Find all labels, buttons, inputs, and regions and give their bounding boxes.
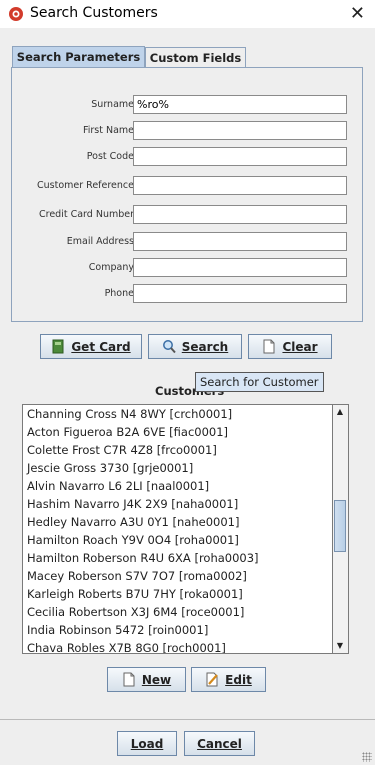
- credit-card-label: Credit Card Number: [39, 209, 134, 220]
- scroll-down-icon[interactable]: ▼: [335, 641, 345, 651]
- customer-reference-row: Customer Reference: [12, 176, 364, 196]
- credit-card-input[interactable]: [133, 205, 347, 224]
- list-item[interactable]: Chava Robles X7B 8G0 [roch0001]: [23, 639, 332, 653]
- search-label: Search: [181, 339, 229, 354]
- list-item[interactable]: Hashim Navarro J4K 2X9 [naha0001]: [23, 495, 332, 513]
- search-tooltip: Search for Customer: [195, 372, 324, 392]
- load-label: Load: [130, 736, 164, 751]
- clear-button[interactable]: Clear: [248, 334, 332, 359]
- list-item[interactable]: Alvin Navarro L6 2LI [naal0001]: [23, 477, 332, 495]
- tab-custom-fields[interactable]: Custom Fields: [145, 47, 246, 67]
- company-input[interactable]: [133, 258, 347, 277]
- post-code-label: Post Code: [86, 151, 134, 162]
- new-page-icon: [123, 672, 135, 687]
- list-item[interactable]: Jescie Gross 3730 [grje0001]: [23, 459, 332, 477]
- search-parameters-panel: Surname First Name Post Code Customer Re…: [11, 67, 363, 322]
- list-item[interactable]: Macey Roberson S7V 7O7 [roma0002]: [23, 567, 332, 585]
- app-icon: [9, 7, 23, 21]
- list-item[interactable]: India Robinson 5472 [roin0001]: [23, 621, 332, 639]
- email-label: Email Address: [66, 236, 134, 247]
- list-item[interactable]: Hedley Navarro A3U 0Y1 [nahe0001]: [23, 513, 332, 531]
- scroll-up-icon[interactable]: ▲: [335, 407, 345, 417]
- window-title: Search Customers: [30, 5, 158, 21]
- clear-label: Clear: [282, 339, 318, 354]
- first-name-row: First Name: [12, 121, 364, 141]
- footer-separator: [0, 719, 375, 720]
- post-code-row: Post Code: [12, 147, 364, 167]
- first-name-input[interactable]: [133, 121, 347, 140]
- list-item[interactable]: Cecilia Robertson X3J 6M4 [roce0001]: [23, 603, 332, 621]
- edit-pencil-icon: [206, 672, 218, 687]
- phone-label: Phone: [104, 288, 134, 299]
- new-button[interactable]: New: [107, 667, 186, 692]
- credit-card-row: Credit Card Number: [12, 205, 364, 225]
- list-item[interactable]: Colette Frost C7R 4Z8 [frco0001]: [23, 441, 332, 459]
- close-icon[interactable]: ✕: [350, 3, 365, 24]
- customers-scrollbar[interactable]: ▲ ▼: [333, 404, 349, 654]
- search-button[interactable]: Search: [148, 334, 242, 359]
- get-card-label: Get Card: [71, 339, 131, 354]
- get-card-button[interactable]: Get Card: [40, 334, 142, 359]
- edit-button[interactable]: Edit: [191, 667, 266, 692]
- list-item[interactable]: Acton Figueroa B2A 6VE [fiac0001]: [23, 423, 332, 441]
- list-item[interactable]: Hamilton Roach Y9V 0O4 [roha0001]: [23, 531, 332, 549]
- phone-row: Phone: [12, 284, 364, 304]
- cancel-label: Cancel: [197, 736, 242, 751]
- edit-label: Edit: [225, 672, 252, 687]
- blank-page-icon: [263, 339, 275, 354]
- customer-reference-input[interactable]: [133, 176, 347, 195]
- magnifier-icon: [162, 340, 176, 354]
- surname-input[interactable]: [133, 95, 347, 114]
- phone-input[interactable]: [133, 284, 347, 303]
- tab-search-parameters[interactable]: Search Parameters: [12, 46, 145, 68]
- surname-label: Surname: [91, 99, 134, 110]
- list-item[interactable]: Channing Cross N4 8WY [crch0001]: [23, 405, 332, 423]
- email-row: Email Address: [12, 232, 364, 252]
- title-bar: Search Customers ✕: [0, 0, 375, 28]
- customers-list[interactable]: Channing Cross N4 8WY [crch0001] Acton F…: [22, 404, 333, 654]
- company-row: Company: [12, 258, 364, 278]
- cancel-button[interactable]: Cancel: [184, 731, 255, 756]
- scroll-thumb[interactable]: [334, 500, 346, 552]
- email-input[interactable]: [133, 232, 347, 251]
- first-name-label: First Name: [82, 125, 134, 136]
- resize-grip[interactable]: [362, 752, 372, 762]
- card-icon: [52, 339, 64, 354]
- list-item[interactable]: Karleigh Roberts B7U 7HY [roka0001]: [23, 585, 332, 603]
- surname-row: Surname: [12, 95, 364, 115]
- company-label: Company: [88, 262, 134, 273]
- post-code-input[interactable]: [133, 147, 347, 166]
- list-item[interactable]: Hamilton Roberson R4U 6XA [roha0003]: [23, 549, 332, 567]
- load-button[interactable]: Load: [117, 731, 177, 756]
- new-label: New: [141, 672, 172, 687]
- customer-reference-label: Customer Reference: [36, 180, 134, 191]
